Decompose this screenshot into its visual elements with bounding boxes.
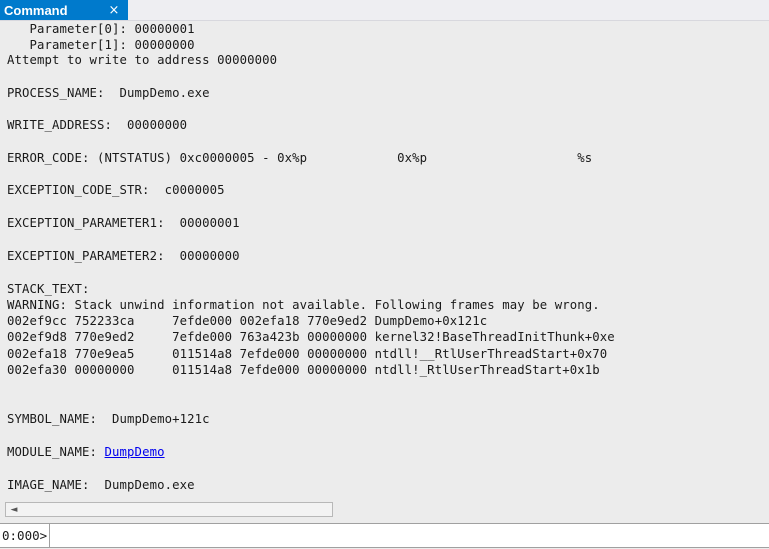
scroll-left-arrow-icon[interactable]: ◄ bbox=[8, 503, 20, 516]
command-bar: 0:000> bbox=[0, 523, 769, 548]
tab-title: Command bbox=[4, 2, 68, 18]
tab-command[interactable]: Command × bbox=[0, 0, 128, 20]
command-output: Parameter[0]: 00000001 Parameter[1]: 000… bbox=[0, 21, 769, 501]
output-line: EXCEPTION_PARAMETER1: 00000001 bbox=[7, 216, 240, 230]
command-input[interactable] bbox=[51, 525, 769, 545]
output-line: 002efa30 00000000 011514a8 7efde000 0000… bbox=[7, 363, 600, 377]
output-line: EXCEPTION_PARAMETER2: 00000000 bbox=[7, 249, 240, 263]
output-line: IMAGE_NAME: DumpDemo.exe bbox=[7, 478, 195, 492]
output-line: STACK_TEXT: bbox=[7, 282, 90, 296]
output-line: PROCESS_NAME: DumpDemo.exe bbox=[7, 86, 210, 100]
close-icon[interactable]: × bbox=[104, 0, 124, 20]
output-line: MODULE_NAME: DumpDemo bbox=[7, 444, 165, 460]
module-name-label: MODULE_NAME: bbox=[7, 445, 105, 459]
output-line: Parameter[1]: 00000000 bbox=[7, 38, 195, 52]
output-line: Parameter[0]: 00000001 bbox=[7, 22, 195, 36]
output-line: 002ef9d8 770e9ed2 7efde000 763a423b 0000… bbox=[7, 330, 615, 344]
output-line: WRITE_ADDRESS: 00000000 bbox=[7, 118, 188, 132]
command-prompt: 0:000> bbox=[0, 524, 50, 547]
output-line: Attempt to write to address 00000000 bbox=[7, 53, 278, 67]
output-line: 002efa18 770e9ea5 011514a8 7efde000 0000… bbox=[7, 347, 608, 361]
output-line: WARNING: Stack unwind information not av… bbox=[7, 298, 600, 312]
output-line: EXCEPTION_CODE_STR: c0000005 bbox=[7, 183, 225, 197]
output-line: SYMBOL_NAME: DumpDemo+121c bbox=[7, 412, 210, 426]
tab-bar: Command × bbox=[0, 0, 769, 21]
output-line: ERROR_CODE: (NTSTATUS) 0xc0000005 - 0x%p… bbox=[7, 151, 593, 165]
horizontal-scrollbar[interactable]: ◄ bbox=[5, 502, 333, 517]
module-name-link[interactable]: DumpDemo bbox=[105, 445, 165, 459]
output-line: 002ef9cc 752233ca 7efde000 002efa18 770e… bbox=[7, 314, 488, 328]
